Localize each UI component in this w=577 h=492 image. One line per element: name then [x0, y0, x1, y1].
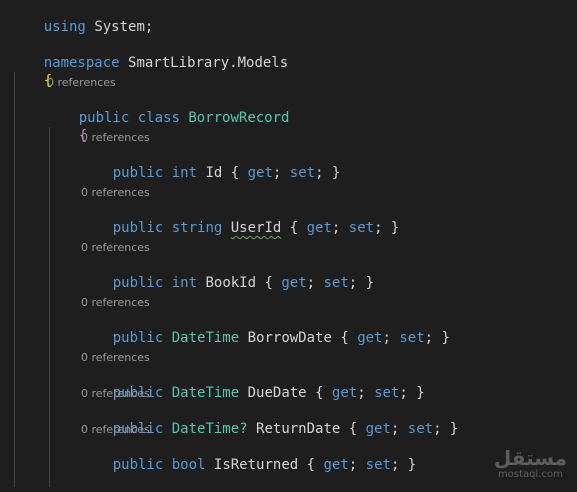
accessor-punctuation: { [264, 275, 282, 291]
watermark-logo: مستقل mostaql.com [494, 447, 567, 481]
accessor-punctuation: ; [382, 330, 400, 346]
property-codelens[interactable]: 0 references [81, 296, 150, 310]
property-codelens[interactable]: 0 references [81, 241, 150, 255]
using-namespace: System [94, 19, 145, 35]
property-accessors: { get; set; } [290, 220, 400, 236]
accessor-punctuation: { [306, 457, 324, 473]
accessor-keyword: get [365, 421, 391, 437]
property-accessors: { get; set; } [307, 457, 417, 473]
accessor-keyword: set [365, 457, 391, 473]
indent-guide-class [49, 127, 50, 487]
property-codelens[interactable]: 0 references [81, 186, 150, 200]
property-accessors: { get; set; } [315, 385, 425, 401]
accessor-keyword: get [331, 385, 358, 401]
accessor-punctuation: { [230, 165, 248, 181]
accessor-punctuation: ; } [315, 165, 341, 181]
property-modifier: public [112, 275, 164, 291]
property-name: UserId [230, 220, 282, 236]
indent-guide-outer [14, 72, 15, 487]
accessor-keyword: set [348, 220, 375, 236]
accessor-punctuation: { [289, 220, 307, 236]
property-modifier: public [112, 330, 164, 346]
accessor-keyword: get [357, 330, 383, 346]
property-codelens[interactable]: 0 references [81, 131, 150, 145]
property-accessors: { get; set; } [340, 330, 450, 346]
property-name: DueDate [247, 385, 307, 401]
property-name: BookId [205, 275, 257, 291]
property-modifier: public [112, 457, 164, 473]
property-accessors: { get; set; } [264, 275, 374, 291]
property-codelens[interactable]: 0 references [81, 387, 150, 401]
accessor-punctuation: ; [272, 165, 290, 181]
accessor-punctuation: ; } [424, 330, 450, 346]
property-name: BorrowDate [247, 330, 332, 346]
property-accessors: { get; set; } [349, 421, 459, 437]
property-type: DateTime [171, 330, 240, 346]
property-type: int [171, 165, 198, 181]
class-name: BorrowRecord [188, 110, 290, 126]
namespace-name: SmartLibrary.Models [128, 55, 289, 71]
accessor-keyword: set [399, 330, 425, 346]
property-type: DateTime? [171, 421, 248, 437]
namespace-keyword: namespace [43, 55, 120, 71]
property-type: DateTime [171, 385, 240, 401]
class-codelens[interactable]: 0 references [47, 76, 116, 90]
accessor-keyword: get [247, 165, 273, 181]
accessor-punctuation: ; } [390, 457, 417, 473]
using-keyword: using [43, 19, 86, 35]
accessor-punctuation: ; [306, 275, 324, 291]
accessor-punctuation: { [340, 330, 358, 346]
property-type: string [171, 220, 223, 236]
using-semicolon: ; [144, 19, 154, 35]
property-modifier: public [112, 220, 164, 236]
accessor-punctuation: ; } [433, 421, 459, 437]
accessor-keyword: set [374, 385, 400, 401]
property-modifier: public [112, 165, 164, 181]
code-editor[interactable]: using System; namespace SmartLibrary.Mod… [0, 0, 577, 487]
class-keyword: class [137, 110, 180, 126]
property-line-isreturned[interactable]: public bool IsReturned { get; set; } [79, 438, 417, 492]
accessor-keyword: set [407, 421, 434, 437]
property-accessors: { get; set; } [231, 165, 341, 181]
property-name: Id [205, 165, 223, 181]
accessor-punctuation: ; [357, 385, 375, 401]
accessor-punctuation: ; } [348, 275, 375, 291]
accessor-punctuation: { [348, 421, 366, 437]
accessor-keyword: set [323, 275, 349, 291]
accessor-keyword: get [323, 457, 349, 473]
accessor-punctuation: ; [390, 421, 408, 437]
accessor-punctuation: { [315, 385, 332, 401]
property-name: ReturnDate [256, 421, 341, 437]
property-type: bool [171, 457, 206, 473]
accessor-punctuation: ; [348, 457, 366, 473]
accessor-punctuation: ; } [374, 220, 400, 236]
property-type: int [171, 275, 198, 291]
property-codelens[interactable]: 0 references [81, 423, 150, 437]
property-codelens[interactable]: 0 references [81, 351, 150, 365]
watermark-arabic: مستقل [493, 446, 567, 470]
accessor-keyword: get [281, 275, 307, 291]
watermark-latin: mostaql.com [498, 469, 563, 480]
accessor-punctuation: ; } [399, 385, 425, 401]
accessor-keyword: get [306, 220, 332, 236]
accessor-keyword: set [289, 165, 316, 181]
property-name: IsReturned [213, 457, 299, 473]
accessor-punctuation: ; [331, 220, 349, 236]
